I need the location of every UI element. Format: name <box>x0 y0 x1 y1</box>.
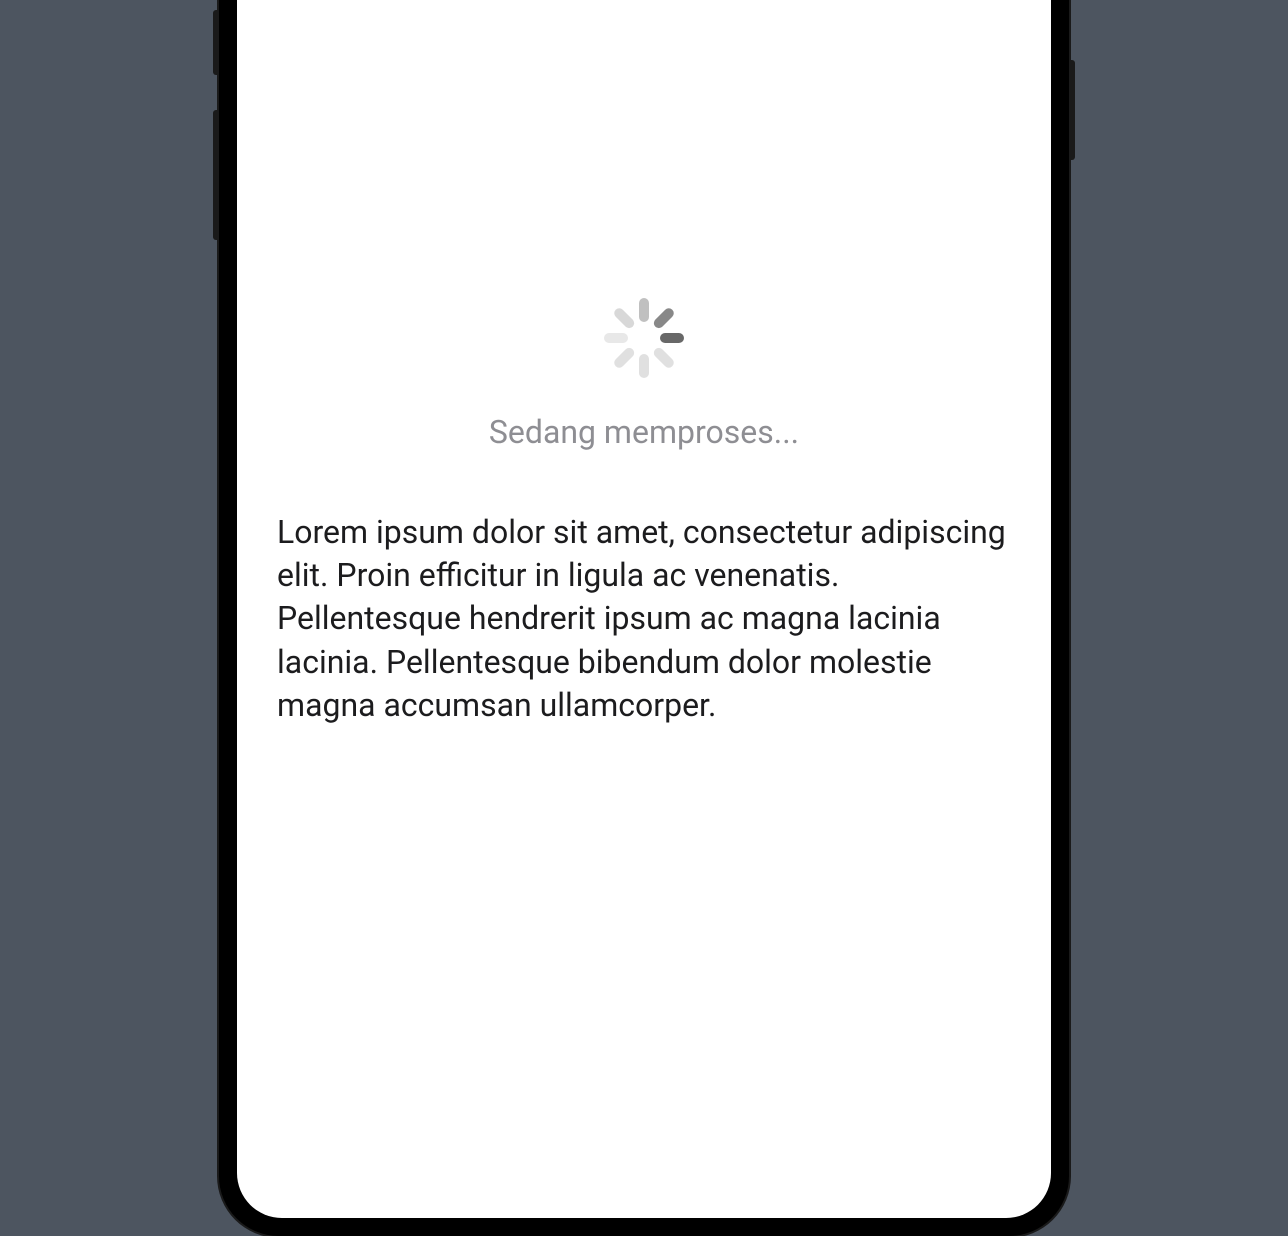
phone-body: Sedang memproses... Lorem ipsum dolor si… <box>219 0 1069 1236</box>
phone-screen: Sedang memproses... Lorem ipsum dolor si… <box>237 0 1051 1218</box>
loading-indicator-container: Sedang memproses... <box>489 298 799 451</box>
loading-status-text: Sedang memproses... <box>489 413 799 451</box>
body-paragraph: Lorem ipsum dolor sit amet, consectetur … <box>277 511 1011 727</box>
phone-device-frame: Sedang memproses... Lorem ipsum dolor si… <box>219 0 1069 1236</box>
spinner-icon <box>604 298 684 378</box>
phone-button-power <box>1069 60 1075 160</box>
content-area: Sedang memproses... Lorem ipsum dolor si… <box>237 0 1051 767</box>
